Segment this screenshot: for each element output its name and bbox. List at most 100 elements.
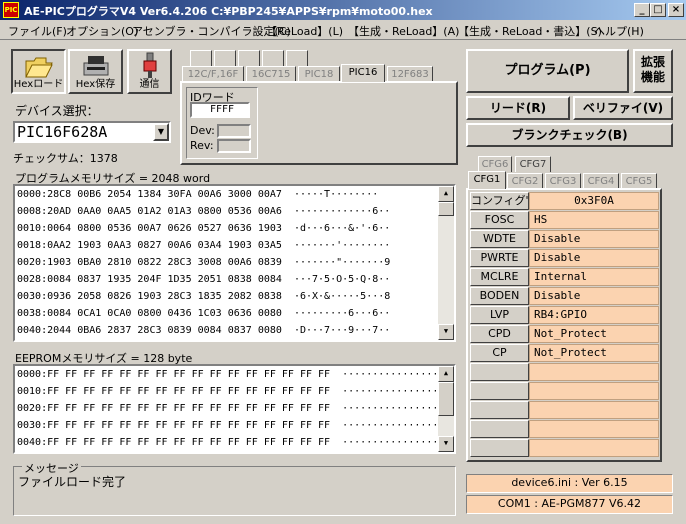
menu-bar: ファイル(F) オプション(O) アセンブラ・コンパイラ設定(C) 【ReLoa… bbox=[0, 20, 686, 40]
scroll-down-icon[interactable]: ▼ bbox=[438, 436, 454, 452]
config-name-mclre: MCLRE bbox=[470, 268, 529, 286]
eeprom-scrollbar[interactable]: ▲ ▼ bbox=[438, 366, 454, 452]
verify-button[interactable]: ベリファイ(V) bbox=[573, 96, 673, 120]
hex-load-button[interactable]: Hexロード bbox=[11, 49, 66, 94]
tab-12cf16f[interactable]: 12C/F,16F bbox=[182, 66, 244, 82]
dropdown-arrow-icon[interactable]: ▼ bbox=[153, 123, 169, 141]
tab-pic16[interactable]: PIC16 bbox=[341, 64, 385, 82]
config-empty-name bbox=[470, 382, 529, 400]
config-name-fosc: FOSC bbox=[470, 211, 529, 229]
hex-save-button[interactable]: Hex保存 bbox=[68, 49, 123, 94]
message-text: ファイルロード完了 bbox=[18, 475, 127, 489]
config-empty-name bbox=[470, 420, 529, 438]
list-item: 0018:0AA2 1903 0AA3 0827 00A6 03A4 1903 … bbox=[17, 240, 391, 251]
tab-cfg3[interactable]: CFG3 bbox=[545, 173, 581, 189]
config-value-pwrte[interactable]: Disable bbox=[529, 249, 659, 267]
window-title: AE-PICプログラマV4 Ver6.4.206 C:¥PBP245¥APPS¥… bbox=[24, 5, 433, 18]
config-name-wdte: WDTE bbox=[470, 230, 529, 248]
list-item: 0010:FF FF FF FF FF FF FF FF FF FF FF FF… bbox=[17, 386, 439, 397]
list-item: 0038:0084 0CA1 0CA0 0800 0436 1C03 0636 … bbox=[17, 308, 391, 319]
scroll-up-icon[interactable]: ▲ bbox=[438, 366, 454, 382]
config-empty-value bbox=[529, 401, 659, 419]
config-value-wdte[interactable]: Disable bbox=[529, 230, 659, 248]
hex-load-label: Hexロード bbox=[13, 79, 64, 90]
menu-reload[interactable]: 【ReLoad】(L) bbox=[266, 23, 343, 39]
scroll-thumb[interactable] bbox=[438, 202, 454, 216]
tab-blank-5[interactable] bbox=[286, 50, 308, 66]
tab-pic18[interactable]: PIC18 bbox=[298, 66, 340, 82]
scroll-thumb[interactable] bbox=[438, 382, 454, 416]
config-value-lvp[interactable]: RB4:GPIO bbox=[529, 306, 659, 324]
comm-button[interactable]: 通信 bbox=[127, 49, 172, 94]
config-value-fosc[interactable]: HS bbox=[529, 211, 659, 229]
com-status: COM1 : AE-PGM877 V6.42 bbox=[466, 495, 673, 514]
minimize-button[interactable]: _ bbox=[634, 3, 650, 17]
device-select[interactable]: PIC16F628A ▼ bbox=[13, 121, 171, 143]
id-word-input[interactable]: FFFF bbox=[190, 102, 250, 118]
blank-check-button[interactable]: ブランクチェック(B) bbox=[466, 123, 673, 147]
program-memory-list[interactable]: 0000:28C8 00B6 2054 1384 30FA 00A6 3000 … bbox=[13, 184, 456, 342]
tab-cfg7[interactable]: CFG7 bbox=[515, 156, 551, 172]
menu-gen-reload[interactable]: 【生成・ReLoad】(A) bbox=[348, 23, 459, 39]
config-empty-name bbox=[470, 439, 529, 457]
config-name-cpd: CPD bbox=[470, 325, 529, 343]
list-item: 0000:FF FF FF FF FF FF FF FF FF FF FF FF… bbox=[17, 369, 439, 380]
menu-gen-reload-write[interactable]: 【生成・ReLoad・書込】(S) bbox=[458, 23, 602, 39]
rev-value bbox=[217, 139, 251, 153]
tab-blank-4[interactable] bbox=[262, 50, 284, 66]
list-item: 0040:2044 0BA6 2837 28C3 0839 0084 0837 … bbox=[17, 325, 391, 336]
config-empty-name bbox=[470, 401, 529, 419]
config-header-value: 0x3F0A bbox=[529, 192, 659, 210]
program-memory-scrollbar[interactable]: ▲ ▼ bbox=[438, 186, 454, 340]
tab-12f683[interactable]: 12F683 bbox=[387, 66, 433, 82]
menu-file[interactable]: ファイル(F) bbox=[8, 23, 67, 39]
rev-label: Rev: bbox=[190, 139, 214, 152]
config-value-mclre[interactable]: Internal bbox=[529, 268, 659, 286]
app-icon: PIC bbox=[3, 2, 19, 18]
config-name-cp: CP bbox=[470, 344, 529, 362]
dev-label: Dev: bbox=[190, 124, 215, 137]
config-empty-name bbox=[470, 363, 529, 381]
scroll-up-icon[interactable]: ▲ bbox=[438, 186, 454, 202]
list-item: 0040:FF FF FF FF FF FF FF FF FF FF FF FF… bbox=[17, 437, 439, 448]
checksum-text: チェックサム：1378 bbox=[13, 152, 118, 165]
list-item: 0030:0936 2058 0826 1903 28C3 1835 2082 … bbox=[17, 291, 391, 302]
config-value-boden[interactable]: Disable bbox=[529, 287, 659, 305]
maximize-button[interactable]: □ bbox=[650, 3, 666, 17]
tab-cfg1[interactable]: CFG1 bbox=[468, 171, 506, 189]
menu-option[interactable]: オプション(O) bbox=[66, 23, 138, 39]
tab-cfg4[interactable]: CFG4 bbox=[583, 173, 619, 189]
comm-label: 通信 bbox=[139, 79, 160, 90]
dev-value bbox=[217, 124, 251, 138]
list-item: 0008:20AD 0AA0 0AA5 01A2 01A3 0800 0536 … bbox=[17, 206, 391, 217]
eeprom-list[interactable]: 0000:FF FF FF FF FF FF FF FF FF FF FF FF… bbox=[13, 364, 456, 454]
config-name-lvp: LVP bbox=[470, 306, 529, 324]
tab-cfg6[interactable]: CFG6 bbox=[478, 156, 512, 172]
menu-help[interactable]: ヘルプ(H) bbox=[594, 23, 644, 39]
tab-16c715[interactable]: 16C715 bbox=[246, 66, 296, 82]
tab-blank-2[interactable] bbox=[214, 50, 236, 66]
device-select-value: PIC16F628A bbox=[17, 123, 108, 141]
device-ini-status: device6.ini : Ver 6.15 bbox=[466, 474, 673, 493]
close-button[interactable]: × bbox=[668, 3, 684, 17]
hex-save-label: Hex保存 bbox=[75, 79, 116, 90]
list-item: 0020:1903 0BA0 2810 0822 28C3 3008 00A6 … bbox=[17, 257, 391, 268]
config-value-cpd[interactable]: Not_Protect bbox=[529, 325, 659, 343]
list-item: 0000:28C8 00B6 2054 1384 30FA 00A6 3000 … bbox=[17, 189, 379, 200]
tab-blank-3[interactable] bbox=[238, 50, 260, 66]
list-item: 0028:0084 0837 1935 204F 1D35 2051 0838 … bbox=[17, 274, 391, 285]
read-button[interactable]: リード(R) bbox=[466, 96, 570, 120]
scroll-down-icon[interactable]: ▼ bbox=[438, 324, 454, 340]
title-bar: PIC AE-PICプログラマV4 Ver6.4.206 C:¥PBP245¥A… bbox=[0, 0, 686, 20]
device-label: デバイス選択： bbox=[15, 104, 99, 118]
tab-cfg2[interactable]: CFG2 bbox=[507, 173, 543, 189]
config-empty-value bbox=[529, 420, 659, 438]
list-item: 0010:0064 0800 0536 00A7 0626 0527 0636 … bbox=[17, 223, 391, 234]
list-item: 0030:FF FF FF FF FF FF FF FF FF FF FF FF… bbox=[17, 420, 439, 431]
extended-function-button[interactable]: 拡張 機能 bbox=[633, 49, 673, 93]
tab-blank-1[interactable] bbox=[190, 50, 212, 66]
program-button[interactable]: プログラム(P) bbox=[466, 49, 629, 93]
list-item: 0020:FF FF FF FF FF FF FF FF FF FF FF FF… bbox=[17, 403, 439, 414]
tab-cfg5[interactable]: CFG5 bbox=[621, 173, 657, 189]
config-value-cp[interactable]: Not_Protect bbox=[529, 344, 659, 362]
